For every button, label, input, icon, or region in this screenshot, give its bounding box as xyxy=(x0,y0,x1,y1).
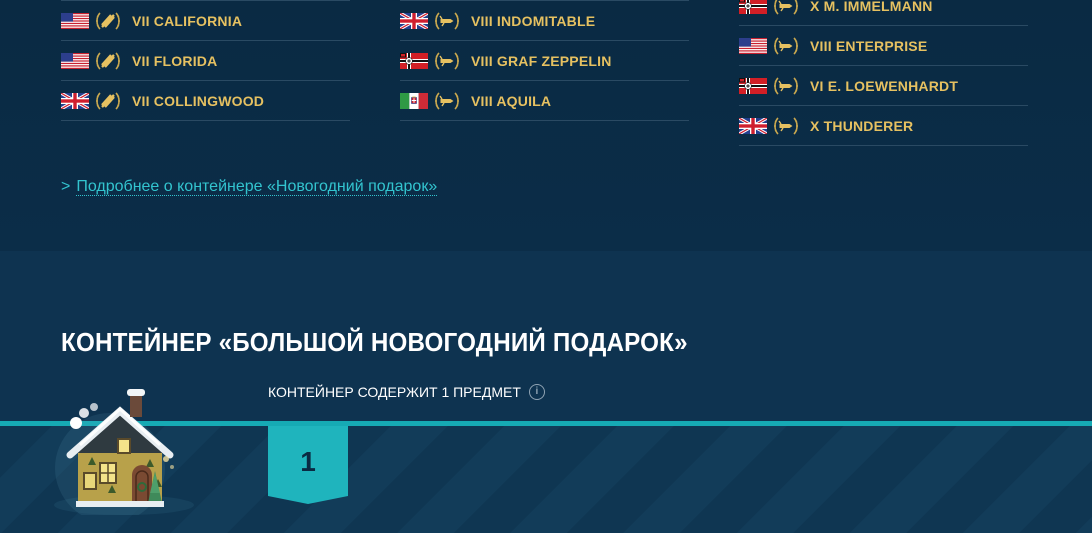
carrier-class-icon xyxy=(773,114,799,138)
ship-row[interactable]: VII CALIFORNIA xyxy=(61,1,350,41)
carrier-class-icon xyxy=(434,49,460,73)
container-details-link[interactable]: > Подробнее о контейнере «Новогодний пода… xyxy=(61,178,438,196)
container-details-link-text[interactable]: Подробнее о контейнере «Новогодний подар… xyxy=(76,178,438,196)
battleship-class-icon xyxy=(95,9,121,33)
flag-usa-icon xyxy=(739,38,767,54)
flag-italy-icon xyxy=(400,93,428,109)
ship-name: X THUNDERER xyxy=(810,117,914,134)
battleship-class-icon xyxy=(95,49,121,73)
battleship-class-icon xyxy=(95,89,121,113)
ship-column-1: VII CALIFORNIA VII FLORIDA VII COLLINGWOOD xyxy=(61,0,350,121)
flag-uk-icon xyxy=(400,13,428,29)
ship-row[interactable]: X M. IMMELMANN xyxy=(739,0,1028,26)
ship-row[interactable]: VIII ENTERPRISE xyxy=(739,26,1028,66)
ship-name: VIII INDOMITABLE xyxy=(471,12,596,29)
ship-name: VII COLLINGWOOD xyxy=(132,92,265,109)
ship-name: VIII AQUILA xyxy=(471,92,552,109)
ship-row[interactable]: VIII AQUILA xyxy=(400,81,689,121)
flag-germany-icon xyxy=(400,53,428,69)
carrier-class-icon xyxy=(773,74,799,98)
carrier-class-icon xyxy=(773,34,799,58)
carrier-class-icon xyxy=(434,9,460,33)
item-count-badge[interactable]: 1 xyxy=(268,426,348,504)
flag-germany-icon xyxy=(739,0,767,14)
carrier-class-icon xyxy=(434,89,460,113)
flag-usa-icon xyxy=(61,13,89,29)
big-container-section: КОНТЕЙНЕР «БОЛЬШОЙ НОВОГОДНИЙ ПОДАРОК» К… xyxy=(0,251,1092,533)
ship-name: X M. IMMELMANN xyxy=(810,0,933,14)
ship-column-2: VIII INDOMITABLE VIII GRAF ZEPPELIN VIII A… xyxy=(400,0,689,121)
ship-row[interactable]: VIII GRAF ZEPPELIN xyxy=(400,41,689,81)
ship-name: VIII GRAF ZEPPELIN xyxy=(471,52,612,69)
flag-uk-icon xyxy=(61,93,89,109)
contains-text: КОНТЕЙНЕР СОДЕРЖИТ 1 ПРЕДМЕТ xyxy=(268,384,521,400)
info-icon[interactable]: i xyxy=(528,384,545,400)
ship-row[interactable]: VIII INDOMITABLE xyxy=(400,1,689,41)
ship-name: VIII ENTERPRISE xyxy=(810,37,928,54)
flag-germany-icon xyxy=(739,78,767,94)
container-title: КОНТЕЙНЕР «БОЛЬШОЙ НОВОГОДНИЙ ПОДАРОК» xyxy=(61,327,688,357)
ship-column-3: X M. IMMELMANN VIII ENTERPRISE VI E. LOEWE… xyxy=(739,0,1028,146)
ship-row[interactable]: VII FLORIDA xyxy=(61,41,350,81)
ship-row[interactable]: VI E. LOEWENHARDT xyxy=(739,66,1028,106)
flag-usa-icon xyxy=(61,53,89,69)
chevron-right-icon: > xyxy=(61,178,71,195)
ship-row[interactable]: VII COLLINGWOOD xyxy=(61,81,350,121)
ship-list-section: VII CALIFORNIA VII FLORIDA VII COLLINGWOOD… xyxy=(0,0,1092,251)
container-house-image[interactable] xyxy=(50,383,200,515)
flag-uk-icon xyxy=(739,118,767,134)
container-contents-label: КОНТЕЙНЕР СОДЕРЖИТ 1 ПРЕДМЕТ i xyxy=(268,384,545,400)
carrier-class-icon xyxy=(773,0,799,18)
item-count: 1 xyxy=(300,446,316,477)
ship-name: VII FLORIDA xyxy=(132,52,218,69)
ship-name: VI E. LOEWENHARDT xyxy=(810,77,959,94)
ship-row[interactable]: X THUNDERER xyxy=(739,106,1028,146)
ship-name: VII CALIFORNIA xyxy=(132,12,243,29)
